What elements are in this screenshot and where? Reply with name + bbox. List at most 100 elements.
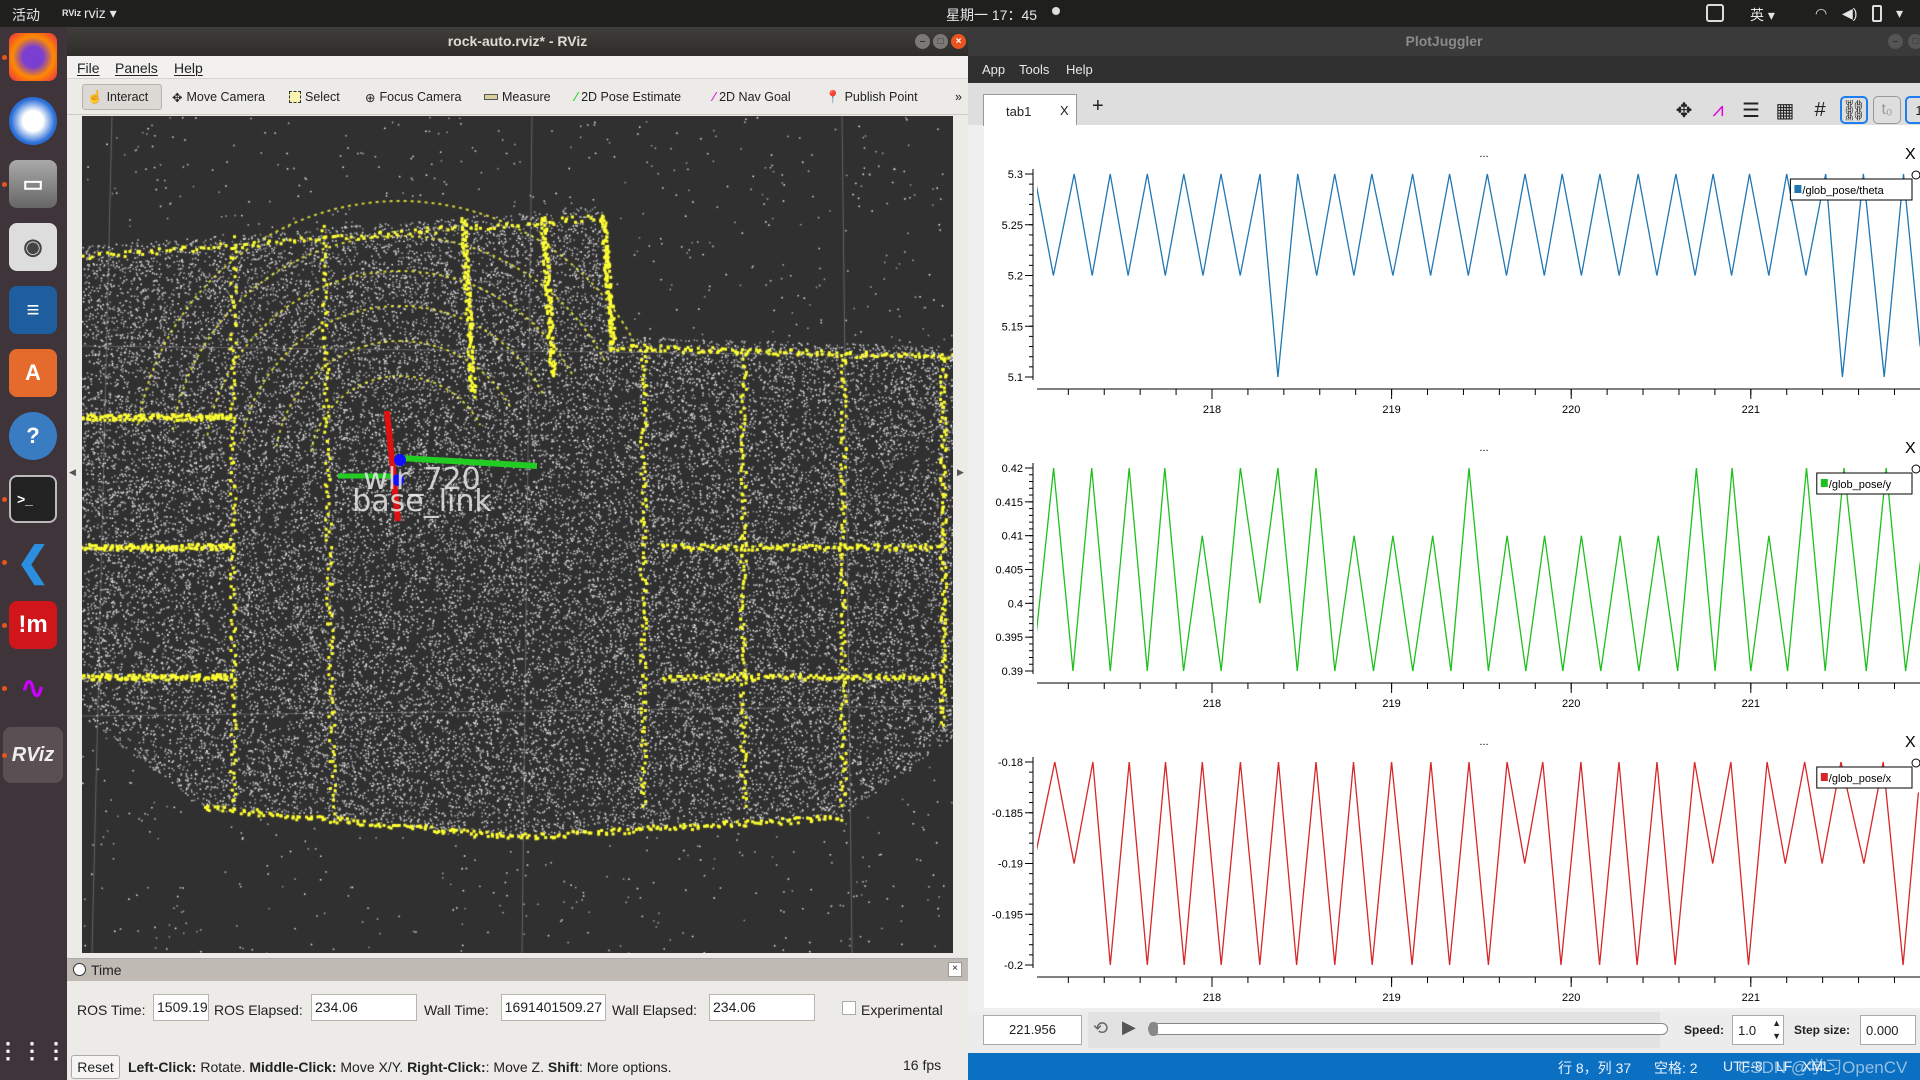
show-apps-icon[interactable]: ⋮⋮⋮ [0,1027,67,1075]
tab-bar: tab1 X + ✥ ⩘ ☰ ▦ # ⛓ t₀ 1 [968,83,1920,126]
tool-2d-nav-goal[interactable]: ⁄ 2D Nav Goal [709,84,795,110]
software-center-icon[interactable]: A [9,349,57,397]
series-line [1037,761,1920,966]
plot-x[interactable]: ... X -0.2 -0.195 -0.19 -0.185 -0.18 218 219 220 2… [984,713,1920,1006]
spin-arrows-icon[interactable]: ▲ ▼ [1772,1017,1781,1043]
hint-text: : Move Z. [485,1059,548,1075]
speed-label: Speed: [1684,1023,1725,1037]
rviz-icon[interactable]: RViz [3,727,63,783]
ros-elapsed-field[interactable]: 234.06 [311,994,417,1021]
time-slider[interactable] [1148,1022,1668,1036]
experimental-checkbox[interactable] [842,1001,856,1015]
terminal-icon[interactable]: >_ [9,475,57,523]
files-icon[interactable]: ▭ [9,160,57,208]
clock[interactable]: 星期一 17：45 [946,5,1037,25]
tool-interact[interactable]: ☝ Interact [82,84,162,110]
plot-title: ... [1479,442,1488,454]
maximize-button[interactable]: □ [933,34,948,49]
speed-spinbox[interactable]: 1.0 ▲ ▼ [1732,1015,1784,1045]
help-icon[interactable]: ? [9,412,57,460]
move-icon[interactable]: ✥ [1670,96,1698,124]
tool-measure[interactable]: Measure [480,84,555,110]
tool-move-camera[interactable]: ✥ Move Camera [168,84,269,110]
link-icon[interactable]: ⛓ [1840,96,1868,124]
rhythmbox-icon[interactable]: ◉ [9,223,57,271]
toolbar-overflow-button[interactable]: » [951,84,966,110]
tool-select[interactable]: Select [285,84,344,110]
fps-counter: 16 fps [903,1057,942,1073]
menu-panels[interactable]: Panels [115,60,158,76]
vscode-icon[interactable]: ❮ [9,538,57,586]
maximize-button[interactable]: □ [1908,34,1920,49]
wifi-icon[interactable]: ◠ [1815,5,1827,22]
plot-y[interactable]: ... X 0.39 0.395 0.4 0.405 0.41 0.415 0.42 218 219… [984,419,1920,709]
menu-app[interactable]: App [982,62,1005,77]
legend-handle[interactable] [1911,170,1920,180]
battery-icon[interactable] [1872,5,1882,22]
loop-icon[interactable]: ⟲ [1093,1018,1108,1039]
menu-file[interactable]: File [77,60,100,76]
calendar-clock-icon[interactable]: ▦ [1771,96,1799,124]
plotjuggler-icon[interactable]: ∿ [9,664,57,712]
close-panel-button[interactable]: × [948,962,962,977]
plot-theta[interactable]: ... X 5.1 5.15 5.2 5.25 5.3 218 219 220 221/glob_p… [984,125,1920,417]
menu-bar: File Panels Help [67,56,968,79]
menu-tools[interactable]: Tools [1019,62,1049,77]
one-to-one-icon[interactable]: 1 [1905,96,1920,124]
add-tab-button[interactable]: + [1092,95,1104,118]
activities-button[interactable]: 活动 [12,5,40,25]
legend-handle[interactable] [1911,758,1920,768]
firefox-icon[interactable] [9,33,57,81]
system-menu-chevron-icon[interactable]: ▾ [1896,5,1903,22]
grid-icon[interactable]: # [1806,96,1834,124]
menu-help[interactable]: Help [174,60,203,76]
map-pin-icon: 📍 [825,89,841,104]
reset-button[interactable]: Reset [71,1055,120,1079]
y-tick-label: -0.195 [992,909,1023,921]
thunderbird-icon[interactable] [9,97,57,145]
hint-text: Move X/Y. [336,1059,408,1075]
cursor-position[interactable]: 行 8，列 37 [1558,1058,1631,1078]
wall-elapsed-field[interactable]: 234.06 [709,994,815,1021]
current-time-field[interactable]: 221.956 [983,1015,1082,1045]
tool-publish-point[interactable]: 📍 Publish Point [821,84,922,110]
minimize-button[interactable]: – [1888,34,1903,49]
ros-time-field[interactable]: 1509.19 [153,994,209,1021]
left-dock-collapse-icon[interactable]: ◀ [69,467,76,478]
close-plot-button[interactable]: X [1905,734,1916,751]
magenta-arrow-icon: ⁄ [713,90,716,104]
step-size-field[interactable]: 0.000 [1860,1015,1916,1045]
close-plot-button[interactable]: X [1905,440,1916,457]
tool-2d-pose-estimate[interactable]: ⁄ 2D Pose Estimate [571,84,685,110]
play-icon[interactable]: ▶ [1122,1017,1136,1038]
minimize-button[interactable]: – [915,34,930,49]
wall-time-field[interactable]: 1691401509.27 [501,994,606,1021]
writer-icon[interactable]: ≡ [9,286,57,334]
indentation[interactable]: 空格: 2 [1654,1058,1698,1078]
legend-label: /glob_pose/theta [1802,185,1884,197]
ratio-icon[interactable]: ⩘ [1704,96,1732,124]
running-indicator [2,560,7,565]
tab-label: tab1 [1006,104,1032,119]
im-icon[interactable]: !m [9,601,57,649]
close-plot-button[interactable]: X [1905,146,1916,163]
t0-icon[interactable]: t₀ [1873,96,1901,124]
hand-icon: ☝ [87,89,103,104]
3d-render-view[interactable]: wlr_720 base_link [82,116,953,953]
slider-handle[interactable] [1149,1022,1158,1036]
menu-help[interactable]: Help [1066,62,1093,77]
x-tick-label: 218 [1203,992,1221,1004]
tab-close-button[interactable]: X [1060,103,1069,118]
legend-handle[interactable] [1911,464,1920,474]
right-dock-collapse-icon[interactable]: ▶ [957,467,964,478]
rviz-title-bar[interactable]: rock-auto.rviz* - RViz – □ × [67,27,968,56]
plotjuggler-title-bar[interactable]: PlotJuggler – □ [968,27,1920,56]
input-method-menu[interactable]: 英 ▾ [1750,5,1775,25]
app-menu[interactable]: rviz ▾ [84,5,117,22]
list-icon[interactable]: ☰ [1737,96,1765,124]
close-button[interactable]: × [951,34,966,49]
keyboard-icon[interactable] [1706,4,1724,22]
tool-focus-camera[interactable]: ⊕ Focus Camera [361,84,465,110]
tab-tab1[interactable]: tab1 X [983,94,1077,126]
volume-icon[interactable]: ◀) [1842,5,1857,22]
